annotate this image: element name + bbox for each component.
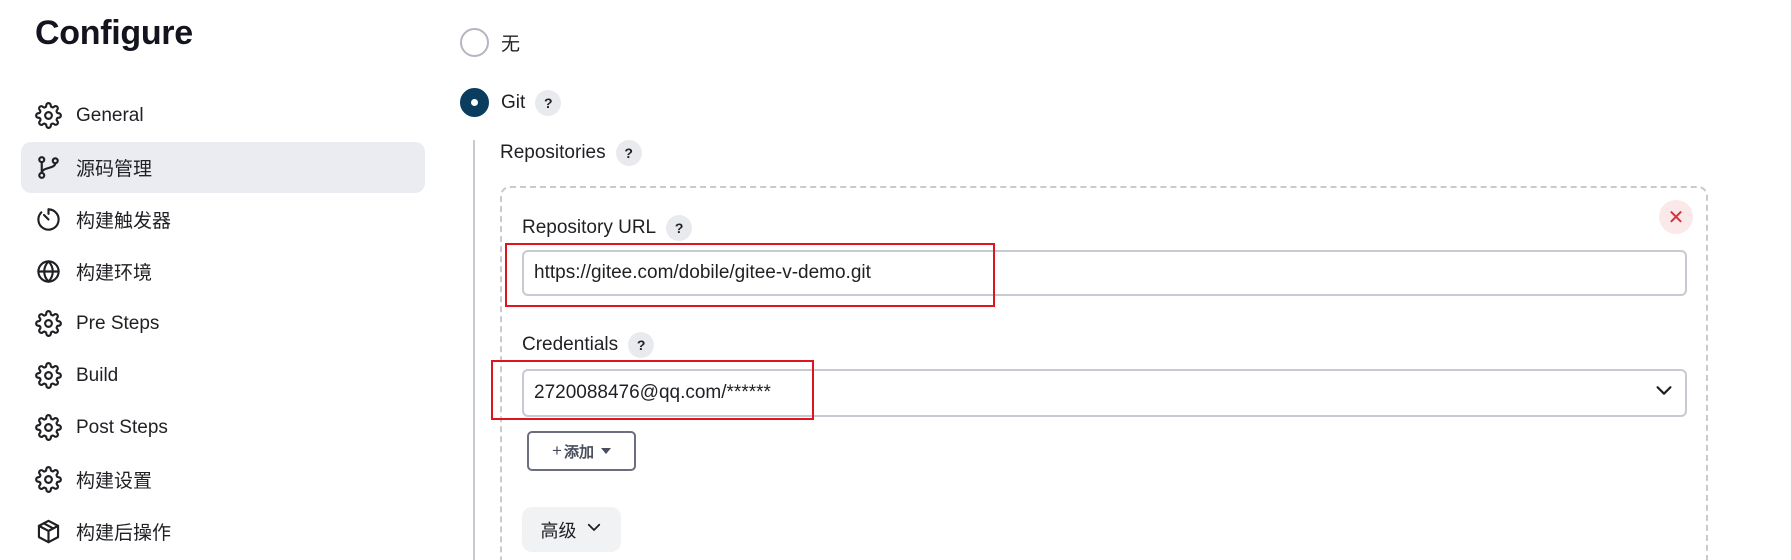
- highlight-box-credentials: [491, 360, 814, 420]
- sidebar-item-source-control[interactable]: 源码管理: [21, 142, 425, 193]
- sidebar-item-label: Build: [76, 364, 119, 386]
- sidebar: General 源码管理 构建触发器 构建环境 Pre Steps Build: [21, 90, 425, 558]
- timer-icon: [34, 206, 62, 234]
- sidebar-item-label: Post Steps: [76, 416, 168, 438]
- caret-down-icon: [600, 448, 611, 454]
- radio-git[interactable]: [460, 88, 489, 117]
- gear-icon: [34, 102, 62, 130]
- radio-label-none: 无: [501, 34, 521, 55]
- sidebar-item-label: Pre Steps: [76, 312, 160, 334]
- sidebar-item-post-steps[interactable]: Post Steps: [21, 402, 425, 453]
- sidebar-item-build-settings[interactable]: 构建设置: [21, 454, 425, 505]
- gear-icon: [34, 362, 62, 390]
- scm-option-none[interactable]: 无: [460, 28, 520, 57]
- sidebar-item-build[interactable]: Build: [21, 350, 425, 401]
- chevron-down-icon: [1653, 379, 1675, 407]
- sidebar-item-pre-steps[interactable]: Pre Steps: [21, 298, 425, 349]
- add-button-label: 添加: [563, 443, 594, 461]
- radio-label-git: Git: [501, 91, 526, 113]
- add-credentials-button[interactable]: + 添加: [527, 431, 636, 471]
- sidebar-item-label: General: [76, 104, 144, 126]
- repository-url-heading: Repository URL ?: [522, 215, 693, 241]
- sidebar-item-build-triggers[interactable]: 构建触发器: [21, 194, 425, 245]
- radio-none[interactable]: [460, 28, 489, 57]
- page-title: Configure: [35, 14, 193, 52]
- help-icon[interactable]: ?: [666, 215, 693, 241]
- close-icon: ✕: [1667, 206, 1685, 229]
- chevron-down-icon: [577, 518, 603, 541]
- git-branch-icon: [34, 154, 62, 182]
- gear-icon: [34, 466, 62, 494]
- sidebar-item-general[interactable]: General: [21, 90, 425, 141]
- sidebar-item-build-environment[interactable]: 构建环境: [21, 246, 425, 297]
- sidebar-item-label: 构建环境: [76, 263, 153, 284]
- scm-option-git[interactable]: Git ?: [460, 88, 562, 117]
- gear-icon: [34, 310, 62, 338]
- gear-icon: [34, 414, 62, 442]
- highlight-box-repository-url: [505, 243, 995, 307]
- repositories-label: Repositories: [500, 142, 606, 163]
- sidebar-item-label: 构建后操作: [76, 523, 172, 544]
- advanced-label: 高级: [540, 520, 577, 541]
- sidebar-item-label: 构建设置: [76, 471, 153, 492]
- advanced-button[interactable]: 高级: [522, 507, 621, 552]
- help-icon[interactable]: ?: [535, 89, 562, 116]
- sidebar-item-label: 构建触发器: [76, 211, 172, 232]
- repository-url-label: Repository URL: [522, 217, 657, 238]
- help-icon[interactable]: ?: [628, 332, 655, 358]
- plus-icon: +: [552, 441, 562, 460]
- credentials-label: Credentials: [522, 334, 619, 355]
- remove-repository-button[interactable]: ✕: [1659, 200, 1693, 234]
- repositories-heading: Repositories ?: [500, 140, 642, 166]
- package-icon: [34, 518, 62, 546]
- credentials-heading: Credentials ?: [522, 332, 655, 358]
- sidebar-item-label: 源码管理: [76, 159, 153, 180]
- sidebar-item-post-build-actions[interactable]: 构建后操作: [21, 506, 425, 557]
- help-icon[interactable]: ?: [615, 140, 642, 166]
- globe-icon: [34, 258, 62, 286]
- section-divider: [473, 140, 475, 560]
